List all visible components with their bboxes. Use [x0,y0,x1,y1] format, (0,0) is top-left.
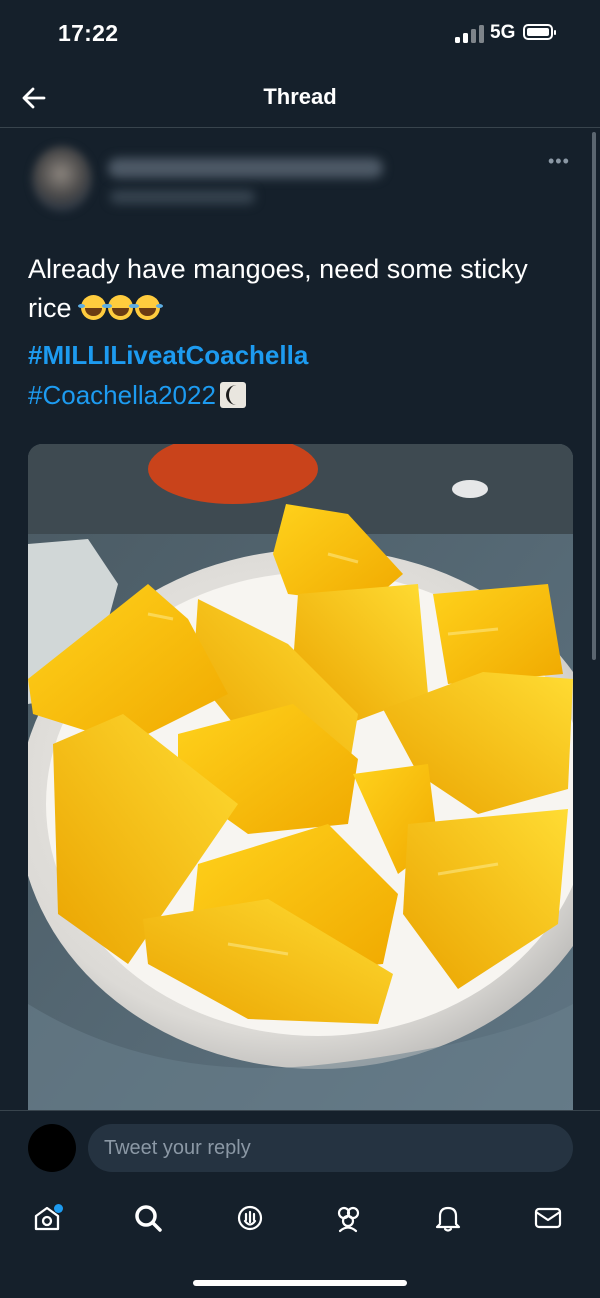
more-icon: ••• [548,151,570,171]
coachella-hashflag-icon [219,382,246,408]
hashtag-link[interactable]: #Coachella2022 [28,380,246,411]
tab-spaces[interactable] [220,1194,280,1242]
tab-search[interactable] [118,1194,178,1242]
scrollbar[interactable] [592,132,596,660]
bell-icon [435,1206,461,1232]
mail-icon [534,1207,562,1229]
tears-of-joy-emoji [105,295,134,320]
author-name-redacted[interactable] [108,158,383,178]
reply-input[interactable] [88,1124,573,1172]
spaces-icon [237,1205,263,1231]
hashtag-link[interactable]: #MILLILiveatCoachella [28,340,308,371]
tears-of-joy-emoji [132,295,161,320]
battery-icon [523,24,556,40]
hashtag-millili-text[interactable]: #MILLILiveatCoachella [28,340,308,370]
hashtag-coachella-text[interactable]: #Coachella2022 [28,380,216,410]
search-icon [135,1205,162,1232]
communities-icon [337,1206,360,1233]
home-indicator [193,1280,407,1286]
reply-avatar[interactable] [28,1124,76,1172]
nav-bar: Thread [0,70,600,128]
tab-messages[interactable] [518,1194,578,1242]
tab-notifications[interactable] [418,1194,478,1242]
mango-bowl-image [28,444,573,1124]
network-label: 5G [490,22,516,43]
signal-icon [455,25,487,43]
status-bar: 17:22 5G [0,0,600,70]
tab-communities[interactable] [318,1194,378,1242]
tab-home[interactable] [17,1194,77,1242]
status-time: 17:22 [58,20,119,46]
tweet-text: Already have mangoes, need some sticky r… [28,250,578,328]
tears-of-joy-emoji [78,295,107,320]
reply-bar [0,1110,600,1184]
more-options-button[interactable]: ••• [548,152,570,170]
avatar[interactable] [32,146,92,212]
notification-dot [54,1204,63,1213]
author-handle-redacted[interactable] [110,190,255,204]
tweet-media-mango-photo[interactable] [28,444,573,1124]
page-title: Thread [263,84,337,109]
